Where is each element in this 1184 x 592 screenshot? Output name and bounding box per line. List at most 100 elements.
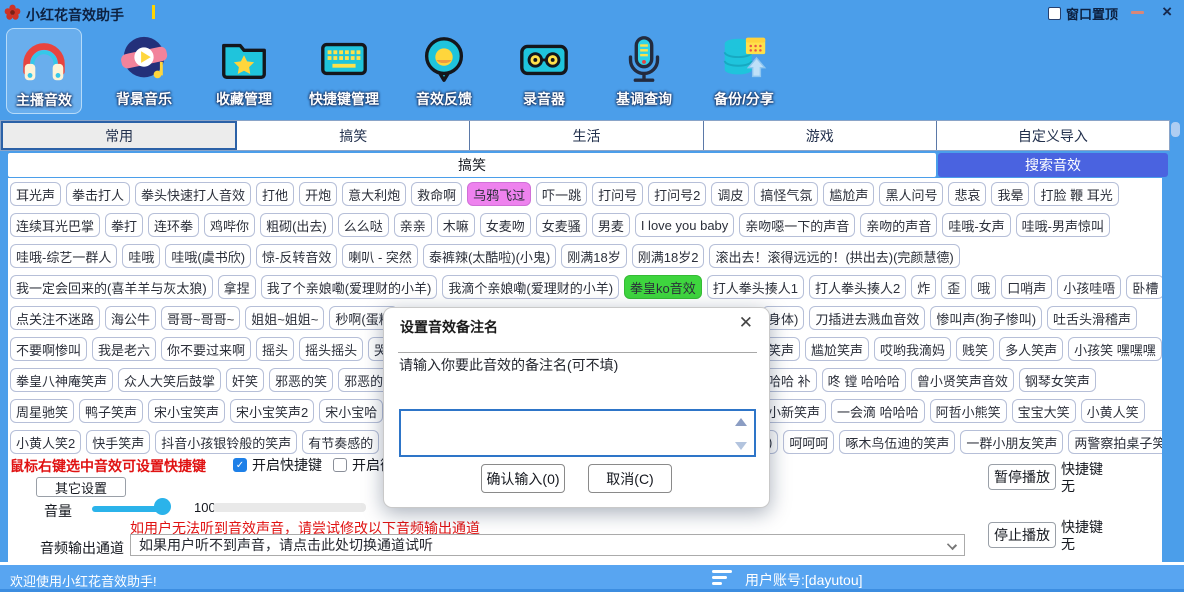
sound-effect-button[interactable]: 开炮: [299, 182, 337, 206]
sound-effect-button[interactable]: 哇哦-女声: [942, 213, 1010, 237]
sound-effect-button[interactable]: 滚出去！滚得远远的！(拱出去)(完颜慧德): [709, 244, 959, 268]
sound-effect-button[interactable]: 不要啊惨叫: [10, 337, 87, 361]
sound-effect-button[interactable]: 意大利炮: [342, 182, 406, 206]
sound-effect-button[interactable]: 悲哀: [948, 182, 986, 206]
sound-effect-button[interactable]: 啄木鸟伍迪的笑声: [839, 430, 955, 454]
toolbar-item-hotkey-manager[interactable]: 快捷键管理: [306, 28, 382, 114]
sound-effect-button[interactable]: 阿哲小熊笑: [930, 399, 1007, 423]
sound-effect-button[interactable]: 耳光声: [10, 182, 61, 206]
sound-effect-button[interactable]: 我了个亲娘嘞(爱理财的小羊): [261, 275, 438, 299]
sound-effect-button[interactable]: 宋小宝笑声: [148, 399, 225, 423]
sound-effect-button[interactable]: 我滴个亲娘嘞(爱理财的小羊): [442, 275, 619, 299]
sound-effect-button[interactable]: 吓一跳: [536, 182, 587, 206]
sound-effect-button[interactable]: 哎哟我滴妈: [874, 337, 951, 361]
sound-effect-button[interactable]: I love you baby: [635, 213, 734, 237]
sound-effect-button[interactable]: 众人大笑后鼓掌: [118, 368, 221, 392]
sound-effect-button[interactable]: 姐姐~姐姐~: [245, 306, 324, 330]
sound-effect-button[interactable]: 亲吻噁一下的声音: [739, 213, 855, 237]
sound-effect-button[interactable]: 宝宝大笑: [1012, 399, 1076, 423]
sound-effect-button[interactable]: 亲吻的声音: [860, 213, 937, 237]
sound-effect-button[interactable]: 周星驰笑: [10, 399, 74, 423]
sound-effect-button[interactable]: 刚满18岁2: [632, 244, 705, 268]
sound-effect-button[interactable]: 咚 镗 哈哈哈: [822, 368, 906, 392]
sound-effect-button[interactable]: 打他: [256, 182, 294, 206]
sound-effect-button[interactable]: 小孩笑 嘿嘿嘿: [1068, 337, 1162, 361]
sound-effect-button[interactable]: 钢琴女笑声: [1019, 368, 1096, 392]
sound-effect-button[interactable]: 我晕: [991, 182, 1029, 206]
sound-effect-button[interactable]: 奸笑: [226, 368, 264, 392]
sound-effect-button[interactable]: 贱笑: [956, 337, 994, 361]
audio-channel-select[interactable]: 如果用户听不到声音，请点击此处切换通道试听: [130, 534, 965, 556]
sound-effect-button[interactable]: 两警察拍桌子笑: [1068, 430, 1162, 454]
sound-effect-button[interactable]: 尴尬笑声: [805, 337, 869, 361]
sound-effect-button[interactable]: 拿捏: [218, 275, 256, 299]
sound-effect-button[interactable]: 打问号: [592, 182, 643, 206]
sound-effect-button[interactable]: 我一定会回来的(喜羊羊与灰太狼): [10, 275, 213, 299]
sound-effect-button[interactable]: 宋小宝哈: [319, 399, 383, 423]
sound-effect-button[interactable]: 小黄人笑2: [10, 430, 81, 454]
sound-effect-button[interactable]: 刚满18岁: [561, 244, 626, 268]
toolbar-item-recorder[interactable]: 录音器: [506, 28, 582, 114]
sound-effect-button[interactable]: 呵呵呵: [783, 430, 834, 454]
sound-effect-button[interactable]: 打人拳头揍人1: [707, 275, 804, 299]
sound-effect-button[interactable]: 邪恶的笑: [269, 368, 333, 392]
sound-effect-button[interactable]: 惨叫声(狗子惨叫): [930, 306, 1042, 330]
sound-effect-button[interactable]: 刀插进去溅血音效: [809, 306, 925, 330]
sound-effect-button[interactable]: 尴尬声: [823, 182, 874, 206]
sound-effect-button[interactable]: 粗砌(出去): [260, 213, 333, 237]
sound-effect-button[interactable]: 哇哦(虞书欣): [165, 244, 251, 268]
scroll-up-icon[interactable]: [735, 418, 747, 426]
sound-effect-button[interactable]: 多人笑声: [999, 337, 1063, 361]
sound-effect-button[interactable]: 摇头摇头: [299, 337, 363, 361]
sound-effect-button[interactable]: 你不要过来啊: [161, 337, 251, 361]
sound-effect-button[interactable]: 黑人问号: [879, 182, 943, 206]
sound-effect-button[interactable]: 男麦: [592, 213, 630, 237]
sound-effect-button[interactable]: 卧槽: [1126, 275, 1162, 299]
sound-effect-button[interactable]: 打人拳头揍人2: [809, 275, 906, 299]
sound-effect-button[interactable]: 摇头: [256, 337, 294, 361]
sound-effect-button[interactable]: 么么哒: [338, 213, 389, 237]
sound-effect-button[interactable]: 乌鸦飞过: [467, 182, 531, 206]
toolbar-item-key-query[interactable]: 基调查询: [606, 28, 682, 114]
sound-effect-button[interactable]: 拳头快速打人音效: [135, 182, 251, 206]
sound-effect-button[interactable]: 炸: [911, 275, 936, 299]
sound-effect-button[interactable]: 女麦骚: [536, 213, 587, 237]
remark-name-input[interactable]: [399, 409, 756, 457]
tab-life[interactable]: 生活: [470, 121, 703, 150]
sound-effect-button[interactable]: 小黄人笑: [1081, 399, 1145, 423]
scrollbar-thumb[interactable]: [1171, 122, 1180, 137]
sound-effect-button[interactable]: 惊-反转音效: [256, 244, 337, 268]
sound-effect-button[interactable]: 救命啊: [411, 182, 462, 206]
sound-effect-button[interactable]: 喇叭 - 突然: [342, 244, 418, 268]
minimize-icon[interactable]: [1131, 11, 1144, 14]
tab-common[interactable]: 常用: [1, 121, 237, 150]
confirm-input-button[interactable]: 确认输入(0): [481, 464, 565, 493]
stop-playback-button[interactable]: 停止播放: [988, 522, 1056, 548]
cancel-button[interactable]: 取消(C): [588, 464, 672, 493]
close-icon[interactable]: ×: [1162, 2, 1172, 22]
sound-effect-button[interactable]: 哇哦-综艺一群人: [10, 244, 117, 268]
subcategory-bar[interactable]: 搞笑: [8, 153, 936, 177]
dialog-close-icon[interactable]: ✕: [739, 314, 753, 332]
toolbar-item-favorites[interactable]: 收藏管理: [206, 28, 282, 114]
sound-effect-button[interactable]: 调皮: [711, 182, 749, 206]
sound-effect-button[interactable]: 海公牛: [105, 306, 156, 330]
sound-effect-button[interactable]: 宋小宝笑声2: [230, 399, 314, 423]
sound-effect-button[interactable]: 拳皇八神庵笑声: [10, 368, 113, 392]
sound-effect-button[interactable]: 连续耳光巴掌: [10, 213, 100, 237]
enable-hotkey-checkbox[interactable]: ✓ 开启快捷键: [233, 455, 322, 475]
other-settings-button[interactable]: 其它设置: [36, 477, 126, 497]
sound-effect-button[interactable]: 泰裤辣(太酷啦)(小鬼): [423, 244, 556, 268]
sound-effect-button[interactable]: 打脸 鞭 耳光: [1034, 182, 1118, 206]
sound-effect-button[interactable]: 哦: [971, 275, 996, 299]
sound-effect-button[interactable]: 亲亲: [394, 213, 432, 237]
sound-effect-button[interactable]: 快手笑声: [86, 430, 150, 454]
pause-playback-button[interactable]: 暂停播放: [988, 464, 1056, 490]
sound-effect-button[interactable]: 口哨声: [1001, 275, 1052, 299]
sound-effect-button[interactable]: 曾小贤笑声音效: [911, 368, 1014, 392]
sound-effect-button[interactable]: 有节奏感的: [302, 430, 379, 454]
sound-effect-button[interactable]: 哇哦: [122, 244, 160, 268]
pin-checkbox-box[interactable]: [1048, 7, 1061, 20]
toolbar-item-live-sound[interactable]: 主播音效: [6, 28, 82, 114]
sound-effect-button[interactable]: 吐舌头滑稽声: [1047, 306, 1137, 330]
